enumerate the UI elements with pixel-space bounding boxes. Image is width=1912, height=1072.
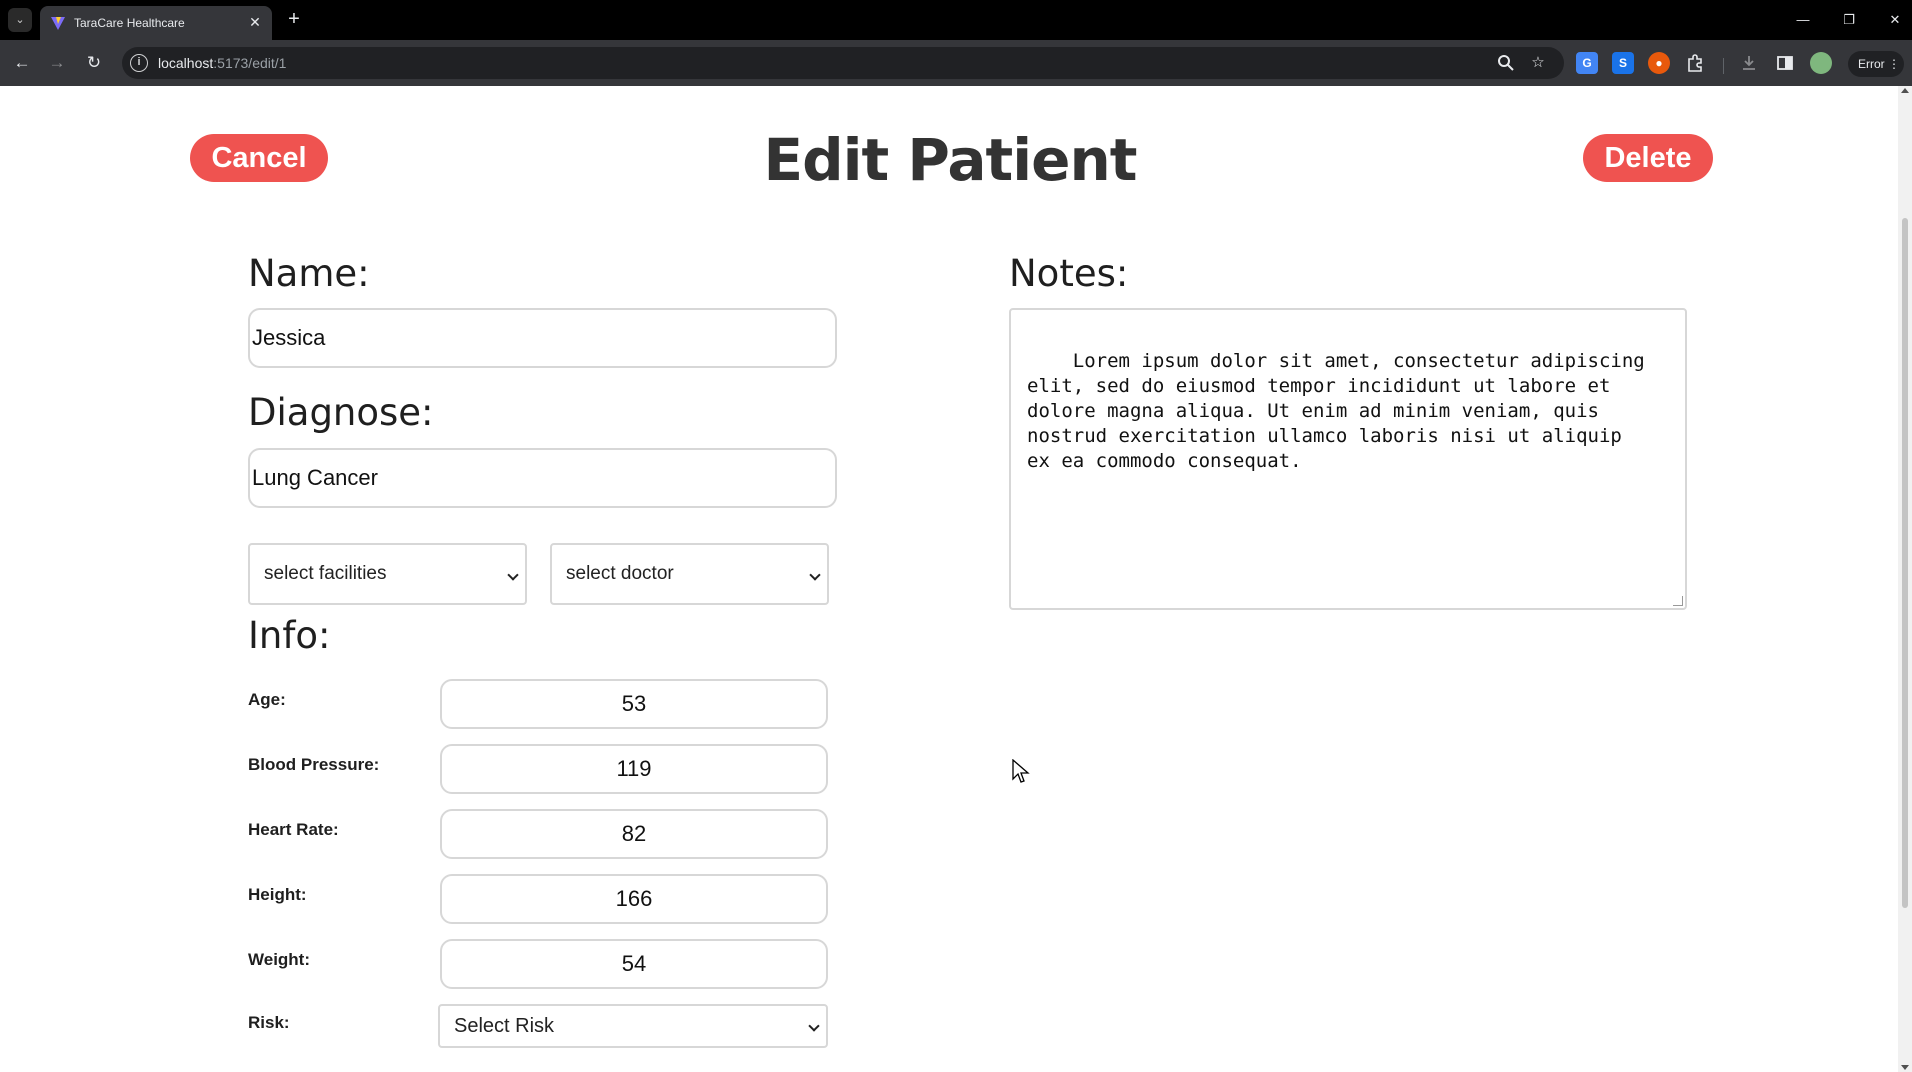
weight-input[interactable]: 54 xyxy=(440,939,828,989)
minimize-window-button[interactable]: — xyxy=(1788,8,1818,32)
height-label: Height: xyxy=(248,885,307,904)
scrollbar-thumb[interactable] xyxy=(1902,218,1908,908)
facilities-select[interactable]: select facilities xyxy=(248,543,527,605)
browser-tab-strip: ⌄ TaraCare Healthcare ✕ + — ❐ ✕ xyxy=(0,0,1912,40)
chevron-down-icon xyxy=(808,1020,820,1032)
firefox-extension-icon[interactable]: ● xyxy=(1648,52,1670,74)
bookmark-star-icon[interactable]: ☆ xyxy=(1528,53,1548,73)
close-window-button[interactable]: ✕ xyxy=(1880,8,1910,32)
url-host: localhost xyxy=(158,55,214,71)
browser-toolbar: ← → ↻ i localhost:5173/edit/1 ☆ G S ● Er… xyxy=(0,40,1912,86)
address-bar[interactable]: i localhost:5173/edit/1 ☆ xyxy=(122,47,1564,79)
facilities-selected-value: select facilities xyxy=(264,563,387,584)
weight-label: Weight: xyxy=(248,950,311,969)
new-tab-plus-icon[interactable]: + xyxy=(282,8,306,32)
info-label: Info: xyxy=(248,614,331,657)
vertical-scrollbar[interactable] xyxy=(1898,86,1912,1072)
address-url[interactable]: localhost:5173/edit/1 xyxy=(158,55,286,71)
tab-search-button[interactable]: ⌄ xyxy=(8,8,32,32)
doctor-select[interactable]: select doctor xyxy=(550,543,829,605)
reload-icon[interactable]: ↻ xyxy=(82,51,106,75)
profile-error-pill[interactable]: Error ⋮ xyxy=(1848,51,1904,77)
zoom-magnifier-icon[interactable] xyxy=(1496,53,1516,73)
toolbar-divider xyxy=(1723,58,1724,74)
cancel-button[interactable]: Cancel xyxy=(190,134,328,182)
age-label: Age: xyxy=(248,690,286,709)
notes-label: Notes: xyxy=(1009,252,1129,295)
profile-avatar-icon[interactable] xyxy=(1810,52,1832,74)
browser-tab-active[interactable]: TaraCare Healthcare ✕ xyxy=(40,6,272,40)
google-translate-extension-icon[interactable]: G xyxy=(1576,52,1598,74)
chevron-down-icon xyxy=(809,569,821,581)
chevron-down-icon xyxy=(507,569,519,581)
s-extension-icon[interactable]: S xyxy=(1612,52,1634,74)
scroll-up-arrow-icon[interactable] xyxy=(1901,88,1909,93)
site-info-icon[interactable]: i xyxy=(130,54,148,72)
heart-rate-label: Heart Rate: xyxy=(248,820,339,839)
diagnose-label: Diagnose: xyxy=(248,391,434,434)
resize-grip-icon[interactable] xyxy=(1673,596,1683,606)
profile-error-label: Error xyxy=(1858,57,1885,71)
download-icon[interactable] xyxy=(1738,52,1760,74)
risk-label: Risk: xyxy=(248,1013,290,1032)
notes-text: Lorem ipsum dolor sit amet, consectetur … xyxy=(1027,350,1645,472)
diagnose-input[interactable]: Lung Cancer xyxy=(248,448,837,508)
mouse-pointer-icon xyxy=(1012,759,1030,783)
blood-pressure-input[interactable]: 119 xyxy=(440,744,828,794)
restore-window-button[interactable]: ❐ xyxy=(1834,8,1864,32)
height-input[interactable]: 166 xyxy=(440,874,828,924)
heart-rate-input[interactable]: 82 xyxy=(440,809,828,859)
tab-title: TaraCare Healthcare xyxy=(74,16,185,30)
blood-pressure-label: Blood Pressure: xyxy=(248,755,380,774)
page-title: Edit Patient xyxy=(763,126,1138,194)
delete-button[interactable]: Delete xyxy=(1583,134,1713,182)
scroll-down-arrow-icon[interactable] xyxy=(1901,1065,1909,1070)
page-viewport: Cancel Edit Patient Delete Name: Jessica… xyxy=(0,86,1912,1072)
notes-textarea[interactable]: Lorem ipsum dolor sit amet, consectetur … xyxy=(1009,308,1687,610)
risk-selected-value: Select Risk xyxy=(454,1015,555,1037)
name-input[interactable]: Jessica xyxy=(248,308,837,368)
name-label: Name: xyxy=(248,252,370,295)
side-panel-icon[interactable] xyxy=(1774,52,1796,74)
vite-logo-icon xyxy=(51,17,65,30)
back-arrow-icon[interactable]: ← xyxy=(10,51,34,75)
forward-arrow-icon[interactable]: → xyxy=(45,51,69,75)
age-input[interactable]: 53 xyxy=(440,679,828,729)
extensions-puzzle-icon[interactable] xyxy=(1684,52,1706,74)
tab-close-icon[interactable]: ✕ xyxy=(246,13,264,31)
risk-select[interactable]: Select Risk xyxy=(438,1004,828,1048)
doctor-selected-value: select doctor xyxy=(566,563,674,584)
url-path: :5173/edit/1 xyxy=(213,55,287,71)
